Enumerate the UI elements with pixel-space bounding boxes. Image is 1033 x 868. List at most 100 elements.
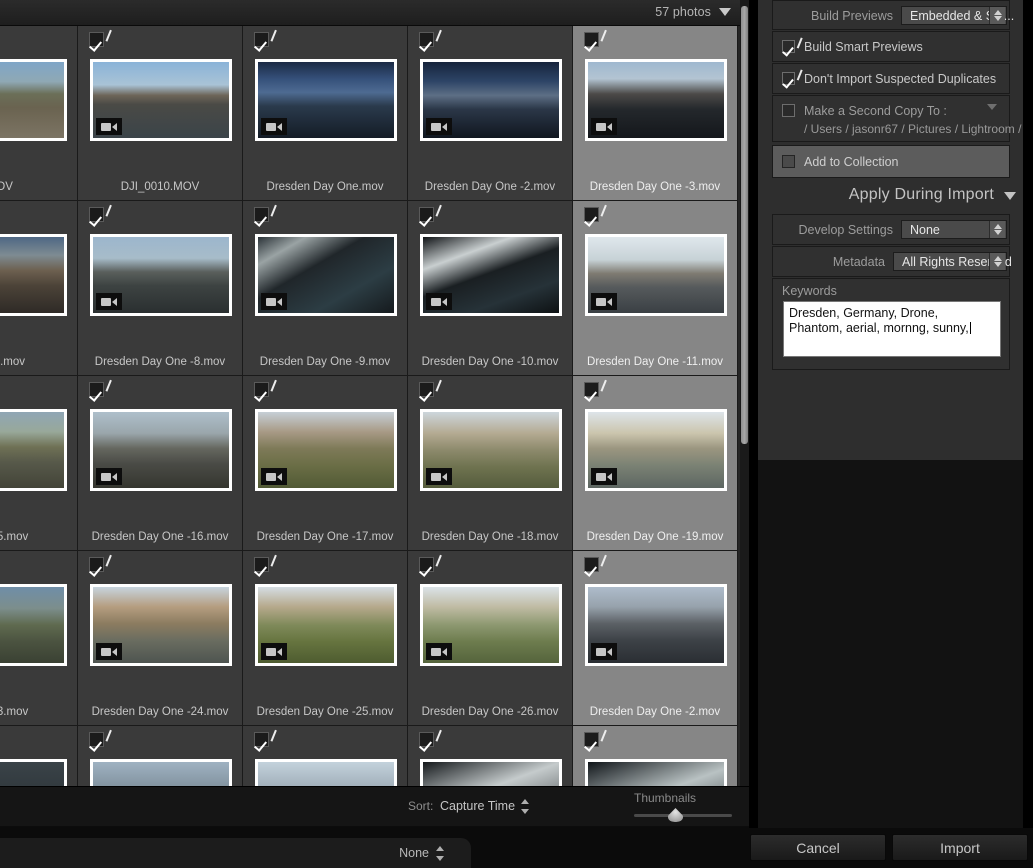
thumbnail-image[interactable] [255, 234, 397, 316]
cancel-button[interactable]: Cancel [750, 834, 886, 861]
thumbnail-cell[interactable]: Dresden Day One -10.mov [408, 201, 573, 376]
make-second-copy-checkbox[interactable] [782, 104, 795, 117]
include-checkbox[interactable] [584, 26, 607, 47]
include-checkbox[interactable] [89, 726, 112, 747]
stepper-updown-icon[interactable] [989, 253, 1005, 270]
include-checkbox[interactable] [254, 551, 277, 572]
thumbnail-cell[interactable]: Dresden Day One -18.mov [408, 376, 573, 551]
add-to-collection-checkbox[interactable] [782, 155, 795, 168]
thumbnail-image[interactable] [90, 759, 232, 786]
thumbnail-image[interactable] [420, 759, 562, 786]
thumbnail-cell[interactable] [78, 726, 243, 786]
thumbnail-image[interactable] [585, 759, 727, 786]
thumbnail-cell[interactable]: DJI_0010.MOV [78, 26, 243, 201]
include-checkbox[interactable] [254, 201, 277, 222]
keywords-input[interactable]: Dresden, Germany, Drone, Phantom, aerial… [783, 301, 1001, 357]
thumbnail-cell[interactable]: Dresden Day One -19.mov [573, 376, 738, 551]
thumbnail-cell[interactable]: 9.MOV [0, 26, 78, 201]
apply-during-import-header[interactable]: Apply During Import [772, 186, 1024, 212]
dont-import-duplicates-row[interactable]: Don't Import Suspected Duplicates [772, 63, 1010, 94]
build-smart-previews-checkbox[interactable] [782, 34, 803, 53]
metadata-popup[interactable]: All Rights Reserved [893, 252, 1012, 271]
dont-import-duplicates-checkbox[interactable] [782, 66, 803, 85]
develop-settings-popup[interactable]: None [901, 220, 1007, 239]
thumbnail-image[interactable] [0, 759, 67, 786]
thumbnail-image[interactable] [420, 59, 562, 141]
thumbnail-image[interactable] [90, 584, 232, 666]
make-second-copy-row[interactable]: Make a Second Copy To : / Users / jasonr… [772, 95, 1033, 142]
stepper-updown-icon[interactable] [436, 846, 445, 861]
thumbnail-image[interactable] [0, 409, 67, 491]
thumbnail-image[interactable] [255, 59, 397, 141]
include-checkbox[interactable] [584, 201, 607, 222]
include-checkbox[interactable] [419, 551, 442, 572]
import-button[interactable]: Import [892, 834, 1028, 861]
include-checkbox[interactable] [89, 376, 112, 397]
video-badge-icon [591, 468, 617, 485]
include-checkbox[interactable] [89, 551, 112, 572]
thumbnail-cell[interactable]: Dresden Day One -16.mov [78, 376, 243, 551]
thumbnail-cell[interactable]: Dresden Day One -3.mov [573, 26, 738, 201]
stepper-updown-icon[interactable] [989, 221, 1005, 238]
thumbnail-image[interactable] [585, 234, 727, 316]
include-checkbox[interactable] [419, 26, 442, 47]
thumbnail-image[interactable] [0, 59, 67, 141]
thumbnail-image[interactable] [90, 59, 232, 141]
thumbnails-size-slider[interactable] [634, 808, 732, 822]
caret-down-icon[interactable] [1004, 192, 1016, 200]
thumbnail-cell[interactable]: Dresden Day One -11.mov [573, 201, 738, 376]
include-checkbox[interactable] [419, 376, 442, 397]
thumbnail-cell[interactable]: Dresden Day One -2.mov [408, 26, 573, 201]
stepper-updown-icon[interactable] [521, 799, 530, 814]
thumbnail-image[interactable] [585, 409, 727, 491]
thumbnail-cell[interactable]: Dresden Day One -17.mov [243, 376, 408, 551]
thumbnail-cell[interactable] [243, 726, 408, 786]
thumbnail-image[interactable] [420, 234, 562, 316]
include-checkbox[interactable] [254, 376, 277, 397]
thumbnail-cell[interactable]: Dresden Day One -25.mov [243, 551, 408, 726]
thumbnail-cell[interactable]: Dresden Day One -9.mov [243, 201, 408, 376]
include-checkbox[interactable] [419, 726, 442, 747]
thumbnail-cell[interactable]: One -23.mov [0, 551, 78, 726]
stepper-updown-icon[interactable] [989, 7, 1005, 24]
thumbnail-cell[interactable] [408, 726, 573, 786]
thumbnail-image[interactable] [255, 409, 397, 491]
lower-left-popup[interactable]: None [0, 838, 471, 868]
thumbnail-cell[interactable]: Dresden Day One -2.mov [573, 551, 738, 726]
thumbnail-cell[interactable] [573, 726, 738, 786]
include-checkbox[interactable] [584, 376, 607, 397]
thumbnail-image[interactable] [420, 409, 562, 491]
thumbnail-image[interactable] [90, 234, 232, 316]
thumbnail-image[interactable] [255, 584, 397, 666]
thumbnail-image[interactable] [0, 234, 67, 316]
thumbnail-image[interactable] [90, 409, 232, 491]
include-checkbox[interactable] [584, 551, 607, 572]
thumbnail-cell[interactable]: Dresden Day One -26.mov [408, 551, 573, 726]
include-checkbox[interactable] [254, 26, 277, 47]
build-smart-previews-row[interactable]: Build Smart Previews [772, 31, 1010, 62]
add-to-collection-row[interactable]: Add to Collection [772, 145, 1010, 178]
thumbnail-cell[interactable]: Dresden Day One -24.mov [78, 551, 243, 726]
thumbnail-image[interactable] [0, 584, 67, 666]
thumbnail-image[interactable] [585, 59, 727, 141]
include-checkbox[interactable] [89, 201, 112, 222]
thumbnail-cell[interactable]: Dresden Day One -8.mov [78, 201, 243, 376]
thumbnail-cell[interactable] [0, 726, 78, 786]
grid-scrollbar[interactable] [740, 0, 749, 786]
thumbnail-cell[interactable]: One -15.mov [0, 376, 78, 551]
thumbnail-cell[interactable]: One -7.mov [0, 201, 78, 376]
caret-down-icon[interactable] [987, 104, 997, 110]
include-checkbox[interactable] [584, 726, 607, 747]
build-previews-popup[interactable]: Embedded & Sid... [901, 6, 1014, 25]
include-checkbox[interactable] [89, 26, 112, 47]
caret-down-icon[interactable] [719, 8, 731, 16]
sort-value[interactable]: Capture Time [440, 799, 515, 813]
thumbnail-cell[interactable]: Dresden Day One.mov [243, 26, 408, 201]
include-checkbox[interactable] [419, 201, 442, 222]
thumbnail-image[interactable] [255, 759, 397, 786]
thumbnail-image[interactable] [420, 584, 562, 666]
thumbnail-image[interactable] [585, 584, 727, 666]
grid-scrollbar-thumb[interactable] [741, 6, 748, 444]
include-checkbox[interactable] [254, 726, 277, 747]
keywords-text: Dresden, Germany, Drone, Phantom, aerial… [789, 306, 969, 335]
